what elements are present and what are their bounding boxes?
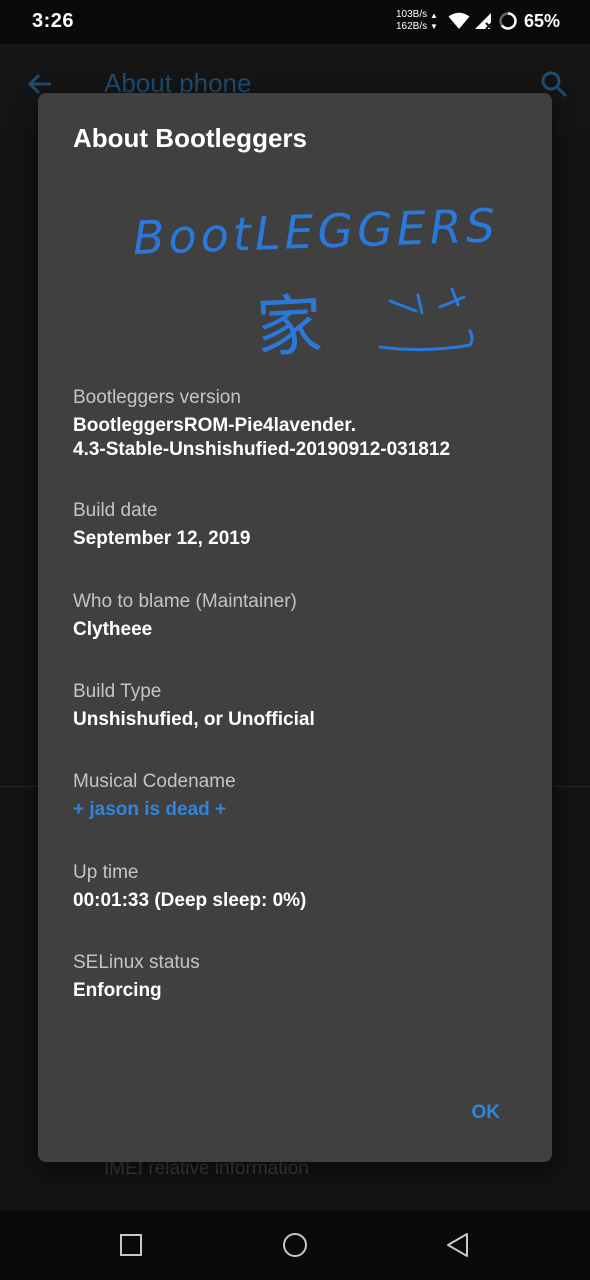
info-value: Enforcing bbox=[73, 980, 162, 1001]
info-label: Build Type bbox=[73, 681, 162, 702]
wifi-icon bbox=[448, 12, 470, 29]
back-triangle-icon[interactable] bbox=[445, 1232, 471, 1258]
speed-up: 103B/s bbox=[396, 9, 428, 20]
status-time: 3:26 bbox=[32, 10, 75, 32]
info-item-selinux: SELinux status Enforcing bbox=[73, 951, 523, 1003]
screen: 3:26 103B/s 162B/s ▲▼ 65% About phone I bbox=[0, 0, 590, 1280]
info-value: 00:01:33 (Deep sleep: 0%) bbox=[73, 890, 307, 911]
logo-text: BootLEGGERS bbox=[132, 198, 500, 265]
ok-button[interactable]: OK bbox=[472, 1098, 501, 1128]
info-value: Clytheee bbox=[73, 619, 153, 640]
info-value: Unshishufied, or Unofficial bbox=[73, 709, 315, 730]
dialog-title: About Bootleggers bbox=[73, 123, 307, 153]
codename-link[interactable]: + jason is dead + bbox=[73, 798, 523, 822]
logo-glyph: 家 bbox=[254, 286, 325, 367]
info-label: Musical Codename bbox=[73, 771, 236, 792]
speed-down: 162B/s bbox=[396, 21, 428, 32]
battery-percent: 65% bbox=[524, 11, 561, 31]
bootleggers-logo: BootLEGGERS 家 bbox=[128, 198, 500, 367]
status-bar: 3:26 103B/s 162B/s ▲ ▼ 65% bbox=[0, 0, 590, 44]
info-item-version: Bootleggers version BootleggersROM-Pie4l… bbox=[73, 386, 523, 462]
battery-ring-icon bbox=[499, 12, 517, 30]
signal-icon bbox=[475, 13, 493, 30]
about-dialog: About Bootleggers BootLEGGERS 家 Bootlegg… bbox=[38, 93, 552, 1162]
info-item-uptime: Up time 00:01:33 (Deep sleep: 0%) bbox=[73, 861, 523, 913]
logo-face-icon bbox=[378, 287, 474, 352]
info-value: September 12, 2019 bbox=[73, 528, 251, 549]
network-speed: 103B/s 162B/s bbox=[396, 9, 427, 33]
info-item-codename: Musical Codename + jason is dead + bbox=[73, 770, 523, 822]
info-label: Bootleggers version bbox=[73, 387, 241, 408]
info-label: Who to blame (Maintainer) bbox=[73, 591, 297, 612]
navigation-bar bbox=[0, 1210, 590, 1280]
info-label: SELinux status bbox=[73, 952, 200, 973]
info-label: Build date bbox=[73, 500, 158, 521]
info-item-build-type: Build Type Unshishufied, or Unofficial bbox=[73, 680, 523, 732]
home-circle-icon[interactable] bbox=[282, 1232, 308, 1258]
info-value: BootleggersROM-Pie4lavender. 4.3-Stable-… bbox=[73, 415, 451, 460]
speed-arrows-icon: ▲ ▼ bbox=[430, 11, 438, 31]
info-label: Up time bbox=[73, 862, 139, 883]
info-item-build-date: Build date September 12, 2019 bbox=[73, 499, 523, 551]
info-item-maintainer: Who to blame (Maintainer) Clytheee bbox=[73, 590, 523, 642]
recents-square-icon[interactable] bbox=[118, 1232, 144, 1258]
